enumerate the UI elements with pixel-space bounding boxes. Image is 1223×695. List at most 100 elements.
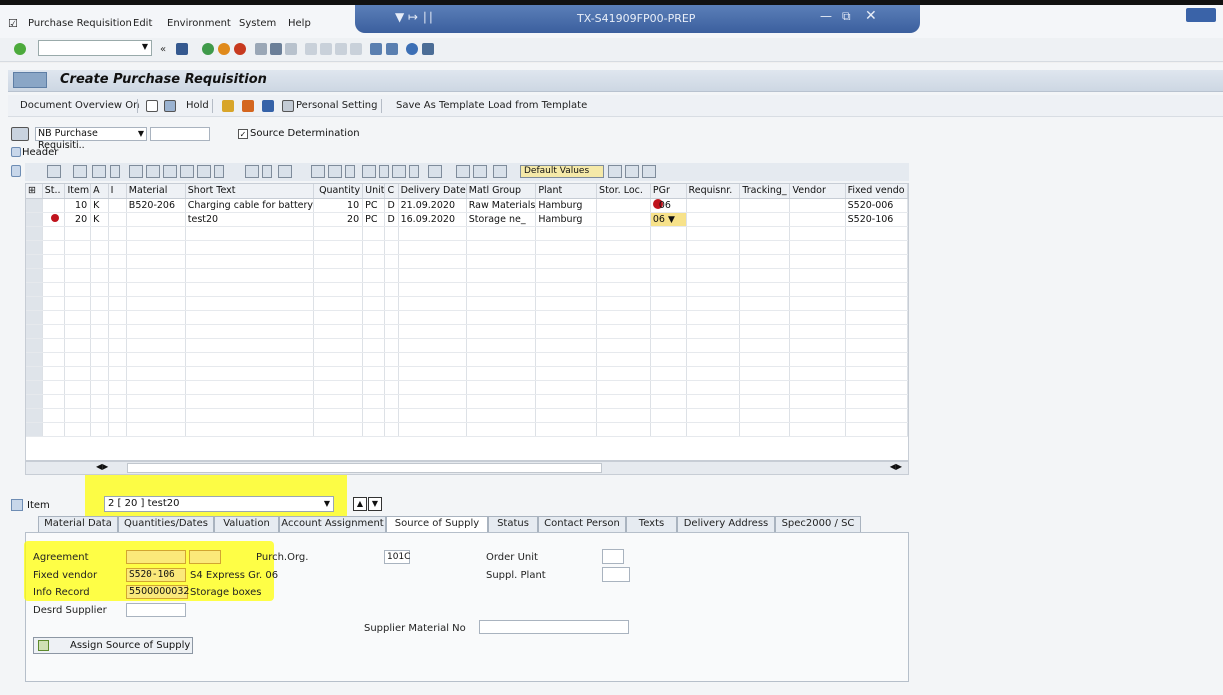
- empty-cell[interactable]: [90, 296, 109, 311]
- empty-cell[interactable]: [398, 310, 467, 325]
- empty-cell[interactable]: [845, 422, 908, 437]
- previous-page-icon[interactable]: [320, 43, 332, 55]
- empty-cell[interactable]: [126, 408, 186, 423]
- empty-cell[interactable]: [845, 268, 908, 283]
- empty-cell[interactable]: [126, 254, 186, 269]
- column-header[interactable]: Plant: [535, 184, 598, 199]
- empty-cell[interactable]: [90, 282, 109, 297]
- empty-cell[interactable]: [789, 240, 846, 255]
- plant-cell[interactable]: Hamburg: [535, 212, 598, 227]
- empty-cell[interactable]: [789, 338, 846, 353]
- empty-cell[interactable]: [535, 380, 598, 395]
- empty-cell[interactable]: [64, 422, 92, 437]
- empty-cell[interactable]: [185, 394, 315, 409]
- empty-cell[interactable]: [789, 296, 846, 311]
- empty-cell[interactable]: [362, 324, 386, 339]
- filter-icon[interactable]: [197, 165, 211, 178]
- empty-cell[interactable]: [650, 254, 687, 269]
- empty-row[interactable]: [26, 310, 908, 325]
- column-header[interactable]: Unit: [362, 184, 386, 199]
- empty-cell[interactable]: [466, 254, 537, 269]
- unit-cell[interactable]: PC: [362, 198, 386, 213]
- item-cell[interactable]: 10: [64, 198, 92, 213]
- fixed-vendor-field[interactable]: S520-106: [126, 568, 186, 582]
- empty-cell[interactable]: [126, 268, 186, 283]
- filter-dropdown-icon[interactable]: [214, 165, 224, 178]
- empty-cell[interactable]: [64, 324, 92, 339]
- empty-cell[interactable]: [686, 282, 741, 297]
- empty-cell[interactable]: [42, 394, 66, 409]
- empty-cell[interactable]: [466, 282, 537, 297]
- stor-loc-cell[interactable]: [596, 198, 651, 213]
- empty-cell[interactable]: [739, 240, 791, 255]
- i-cell[interactable]: [108, 198, 127, 213]
- empty-cell[interactable]: [90, 268, 109, 283]
- find-icon[interactable]: [163, 165, 177, 178]
- requisnr-cell[interactable]: [686, 198, 741, 213]
- info-icon[interactable]: [262, 100, 274, 112]
- column-header[interactable]: PGr: [650, 184, 687, 199]
- vendor-cell[interactable]: [789, 212, 846, 227]
- a-cell[interactable]: K: [90, 212, 109, 227]
- column-header[interactable]: Short Text: [185, 184, 315, 199]
- requisnr-cell[interactable]: [686, 212, 741, 227]
- empty-cell[interactable]: [362, 282, 386, 297]
- empty-cell[interactable]: [362, 380, 386, 395]
- empty-cell[interactable]: [466, 422, 537, 437]
- empty-cell[interactable]: [313, 408, 364, 423]
- find-icon[interactable]: [270, 43, 282, 55]
- menu-purchase-requisition[interactable]: Purchase Requisition: [28, 18, 132, 29]
- empty-cell[interactable]: [64, 310, 92, 325]
- empty-cell[interactable]: [384, 310, 399, 325]
- empty-cell[interactable]: [535, 310, 598, 325]
- empty-cell[interactable]: [126, 282, 186, 297]
- empty-cell[interactable]: [108, 366, 127, 381]
- tracking-cell[interactable]: [739, 212, 791, 227]
- empty-cell[interactable]: [42, 240, 66, 255]
- empty-cell[interactable]: [845, 394, 908, 409]
- c-cell[interactable]: D: [384, 198, 399, 213]
- empty-cell[interactable]: [64, 366, 92, 381]
- layout-dropdown-icon[interactable]: [409, 165, 419, 178]
- empty-cell[interactable]: [108, 352, 127, 367]
- empty-cell[interactable]: [362, 240, 386, 255]
- empty-row[interactable]: [26, 352, 908, 367]
- layout-icon[interactable]: [392, 165, 406, 178]
- empty-cell[interactable]: [384, 338, 399, 353]
- empty-cell[interactable]: [384, 324, 399, 339]
- quantity-cell[interactable]: 20: [313, 212, 364, 227]
- back-icon[interactable]: [202, 43, 214, 55]
- i-cell[interactable]: [108, 212, 127, 227]
- empty-cell[interactable]: [90, 380, 109, 395]
- empty-row[interactable]: [26, 282, 908, 297]
- messages-icon[interactable]: [242, 100, 254, 112]
- empty-cell[interactable]: [596, 422, 651, 437]
- empty-cell[interactable]: [650, 366, 687, 381]
- empty-cell[interactable]: [108, 324, 127, 339]
- empty-cell[interactable]: [185, 226, 315, 241]
- empty-cell[interactable]: [90, 310, 109, 325]
- empty-cell[interactable]: [739, 380, 791, 395]
- empty-cell[interactable]: [398, 338, 467, 353]
- supplier-material-field[interactable]: [479, 620, 629, 634]
- info-record-field[interactable]: 5500000032: [126, 585, 189, 599]
- row-selector[interactable]: [26, 282, 43, 297]
- sort-descending-icon[interactable]: [146, 165, 160, 178]
- delivery-date-cell[interactable]: 16.09.2020: [398, 212, 467, 227]
- empty-cell[interactable]: [789, 422, 846, 437]
- empty-cell[interactable]: [398, 352, 467, 367]
- empty-cell[interactable]: [64, 296, 92, 311]
- empty-cell[interactable]: [313, 226, 364, 241]
- empty-cell[interactable]: [313, 296, 364, 311]
- empty-cell[interactable]: [739, 254, 791, 269]
- cancel-icon[interactable]: [234, 43, 246, 55]
- close-icon[interactable]: ✕: [865, 8, 877, 24]
- empty-cell[interactable]: [90, 366, 109, 381]
- views-icon[interactable]: [328, 165, 342, 178]
- empty-cell[interactable]: [384, 268, 399, 283]
- empty-cell[interactable]: [42, 268, 66, 283]
- details-icon[interactable]: [47, 165, 61, 178]
- tab-delivery-address[interactable]: Delivery Address: [677, 516, 775, 532]
- empty-cell[interactable]: [650, 282, 687, 297]
- info-icon[interactable]: [428, 165, 442, 178]
